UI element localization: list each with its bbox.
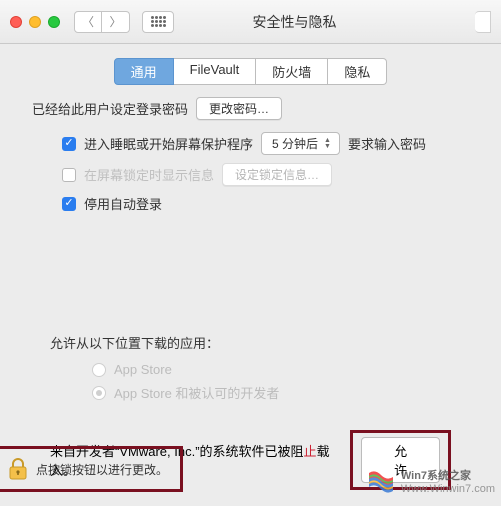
require-password-row: 进入睡眠或开始屏幕保护程序 5 分钟后 ▲▼ 要求输入密码 — [62, 132, 479, 155]
require-password-delay-select[interactable]: 5 分钟后 ▲▼ — [261, 132, 340, 155]
tab-filevault[interactable]: FileVault — [174, 58, 257, 85]
set-lock-message-button: 设定锁定信息… — [222, 163, 332, 186]
titlebar: 〈 〉 安全性与隐私 — [0, 0, 501, 44]
watermark-text: Win7系统之家 Www.Winwin7.com — [401, 470, 495, 496]
blocked-mid: ”的系统软件已被阻 — [195, 444, 303, 459]
general-panel: 已经给此用户设定登录密码 更改密码… 进入睡眠或开始屏幕保护程序 5 分钟后 ▲… — [22, 97, 479, 490]
lock-text: 点按锁按钮以进行更改。 — [36, 461, 168, 478]
download-option-appstore: App Store — [92, 362, 479, 377]
select-stepper-icon: ▲▼ — [324, 138, 331, 150]
download-radio-group: App Store App Store 和被认可的开发者 — [92, 362, 479, 402]
minimize-window[interactable] — [29, 16, 41, 28]
tab-general[interactable]: 通用 — [114, 58, 174, 85]
radio-identified — [92, 386, 106, 400]
back-button[interactable]: 〈 — [74, 11, 102, 33]
radio-identified-label: App Store 和被认可的开发者 — [114, 383, 279, 402]
change-password-button[interactable]: 更改密码… — [196, 97, 282, 120]
lock-message-row: 在屏幕锁定时显示信息 设定锁定信息… — [62, 163, 479, 186]
password-set-row: 已经给此用户设定登录密码 更改密码… — [32, 97, 479, 120]
zoom-window[interactable] — [48, 16, 60, 28]
disable-autologin-checkbox[interactable] — [62, 197, 76, 211]
require-password-label-after: 要求输入密码 — [348, 134, 426, 153]
require-password-label-before: 进入睡眠或开始屏幕保护程序 — [84, 134, 253, 153]
require-password-checkbox[interactable] — [62, 137, 76, 151]
blocked-stop: 止 — [304, 444, 317, 459]
lock-message-checkbox[interactable] — [62, 168, 76, 182]
disable-autologin-label: 停用自动登录 — [84, 194, 162, 213]
watermark-flag-icon — [367, 471, 395, 495]
watermark-line2: Www.Winwin7.com — [401, 483, 495, 496]
disable-autologin-row: 停用自动登录 — [62, 194, 479, 213]
window-title: 安全性与隐私 — [122, 12, 467, 32]
radio-appstore — [92, 363, 106, 377]
watermark-line1: Win7系统之家 — [401, 470, 471, 482]
download-section-label: 允许从以下位置下载的应用： — [50, 333, 479, 352]
require-password-delay-value: 5 分钟后 — [272, 135, 318, 152]
radio-appstore-label: App Store — [114, 362, 172, 377]
close-window[interactable] — [10, 16, 22, 28]
search-field[interactable] — [475, 11, 491, 33]
tab-firewall[interactable]: 防火墙 — [256, 58, 328, 85]
lock-area[interactable]: 点按锁按钮以进行更改。 — [0, 446, 183, 492]
lock-message-label: 在屏幕锁定时显示信息 — [84, 165, 214, 184]
tab-privacy[interactable]: 隐私 — [328, 58, 387, 85]
download-option-identified: App Store 和被认可的开发者 — [92, 383, 479, 402]
tab-bar: 通用 FileVault 防火墙 隐私 — [0, 58, 501, 85]
password-set-label: 已经给此用户设定登录密码 — [32, 99, 188, 118]
watermark: Win7系统之家 Www.Winwin7.com — [367, 470, 495, 496]
lock-icon — [8, 457, 28, 481]
window-controls — [10, 16, 60, 28]
